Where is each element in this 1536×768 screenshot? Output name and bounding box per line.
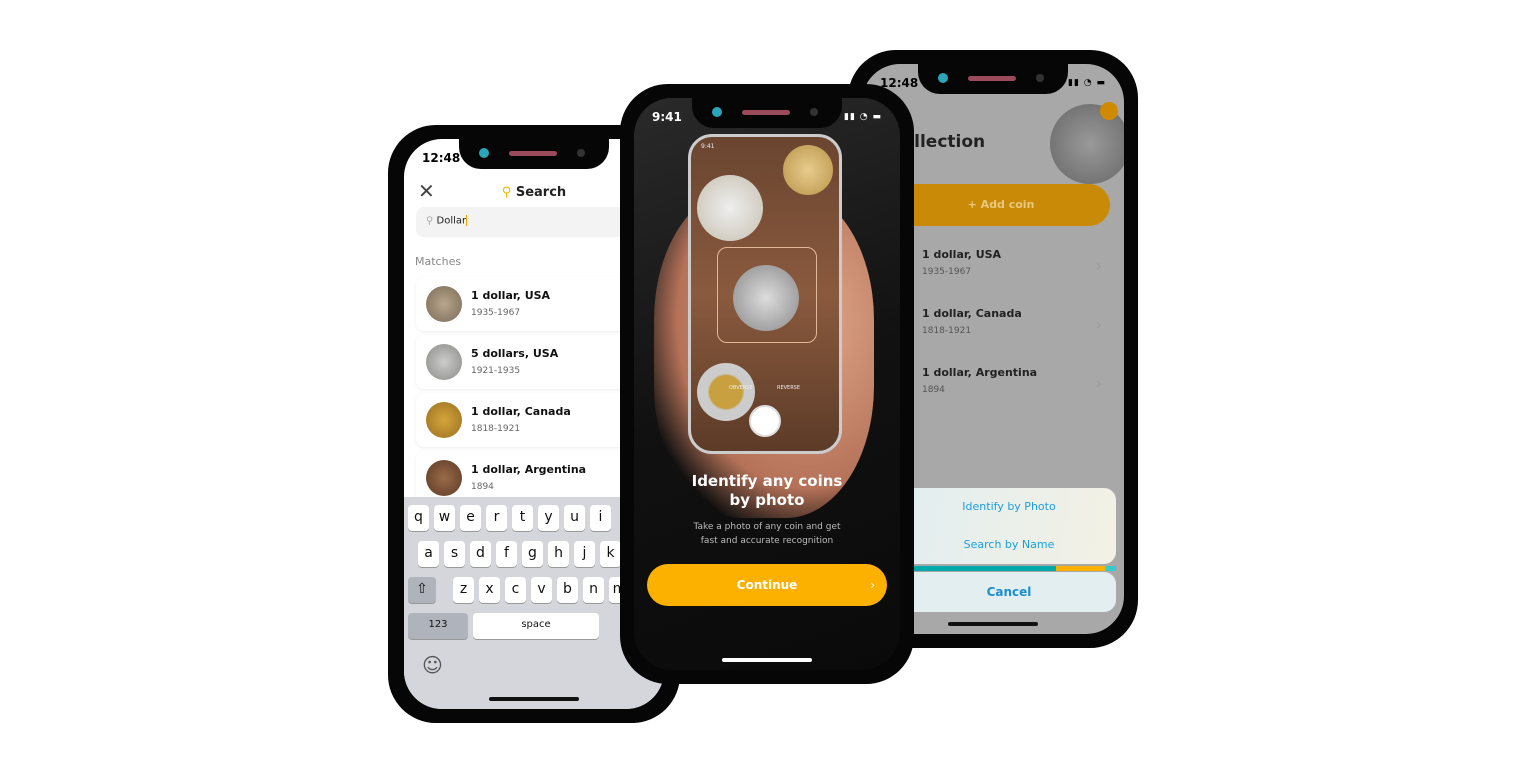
badge (1100, 102, 1118, 120)
list-item[interactable]: 1 dollar, Canada 1818-1921 › (922, 307, 1110, 357)
key[interactable]: r (486, 505, 507, 531)
notch (918, 64, 1068, 94)
coin-image (426, 460, 462, 496)
add-coin-button[interactable]: + Add coin (892, 184, 1110, 226)
status-time: 9:41 (652, 110, 682, 124)
home-indicator (722, 658, 812, 662)
key[interactable]: b (557, 577, 578, 603)
key[interactable]: x (479, 577, 500, 603)
coin-image (426, 402, 462, 438)
notch (692, 98, 842, 128)
identify-by-photo-button[interactable]: Identify by Photo (902, 488, 1116, 526)
key[interactable]: i (590, 505, 611, 531)
search-by-name-button[interactable]: Search by Name (902, 526, 1116, 564)
key[interactable]: e (460, 505, 481, 531)
key[interactable]: t (512, 505, 533, 531)
search-icon: ⚲ (426, 215, 437, 227)
chevron-right-icon: › (1095, 256, 1102, 275)
key[interactable]: k (600, 541, 621, 567)
coin-image (697, 175, 763, 241)
key[interactable]: d (470, 541, 491, 567)
notch (459, 139, 609, 169)
coin-image (426, 286, 462, 322)
coin-image (733, 265, 799, 331)
home-indicator (948, 622, 1038, 626)
key[interactable]: j (574, 541, 595, 567)
shutter-button[interactable] (749, 405, 781, 437)
chevron-right-icon: › (1095, 315, 1102, 334)
onboarding-subtitle: Take a photo of any coin and get fast and… (693, 522, 841, 546)
action-sheet: Identify by Photo Search by Name (902, 488, 1116, 564)
key[interactable]: u (564, 505, 585, 531)
onboarding-screen: 9:41 ▮▮ ◔ ▬ 9:41 OBVERSE REVERSE Identif… (634, 98, 900, 670)
emoji-icon[interactable]: ☺ (422, 653, 443, 677)
onboarding-title: Identify any coins by photo (691, 472, 843, 509)
list-item[interactable]: 1 dollar, Argentina 1894 › (922, 366, 1110, 416)
status-icons: ▮▮ ◔ ▬ (844, 112, 882, 122)
list-item[interactable]: 1 dollar, USA 1935-1967 › (922, 248, 1110, 298)
matches-label: Matches (415, 255, 462, 268)
key[interactable]: c (505, 577, 526, 603)
key[interactable]: q (408, 505, 429, 531)
numbers-key[interactable]: 123 (408, 613, 468, 639)
key[interactable]: f (496, 541, 517, 567)
status-icons: ▮▮ ◔ ▬ (1068, 78, 1106, 88)
key[interactable]: y (538, 505, 559, 531)
space-key[interactable]: space (473, 613, 599, 639)
coin-image (426, 344, 462, 380)
status-time: 12:48 (422, 151, 461, 165)
key[interactable]: n (583, 577, 604, 603)
key[interactable]: a (418, 541, 439, 567)
key[interactable]: s (444, 541, 465, 567)
home-indicator (489, 697, 579, 701)
coin-image (697, 363, 755, 421)
key[interactable]: w (434, 505, 455, 531)
key[interactable]: g (522, 541, 543, 567)
search-icon: ⚲ (501, 185, 516, 200)
identify-phone: 9:41 ▮▮ ◔ ▬ 9:41 OBVERSE REVERSE Identif… (620, 84, 914, 684)
chevron-right-icon: › (870, 578, 875, 592)
divider (902, 566, 1116, 571)
camera-preview-phone: 9:41 OBVERSE REVERSE (688, 134, 842, 454)
status-time: 12:48 (880, 76, 919, 90)
key[interactable]: h (548, 541, 569, 567)
cancel-button[interactable]: Cancel (902, 572, 1116, 612)
coin-image (783, 145, 833, 195)
chevron-right-icon: › (1095, 374, 1102, 393)
shift-key[interactable]: ⇧ (408, 577, 436, 603)
key[interactable]: z (453, 577, 474, 603)
continue-button[interactable]: Continue › (647, 564, 887, 606)
key[interactable]: v (531, 577, 552, 603)
